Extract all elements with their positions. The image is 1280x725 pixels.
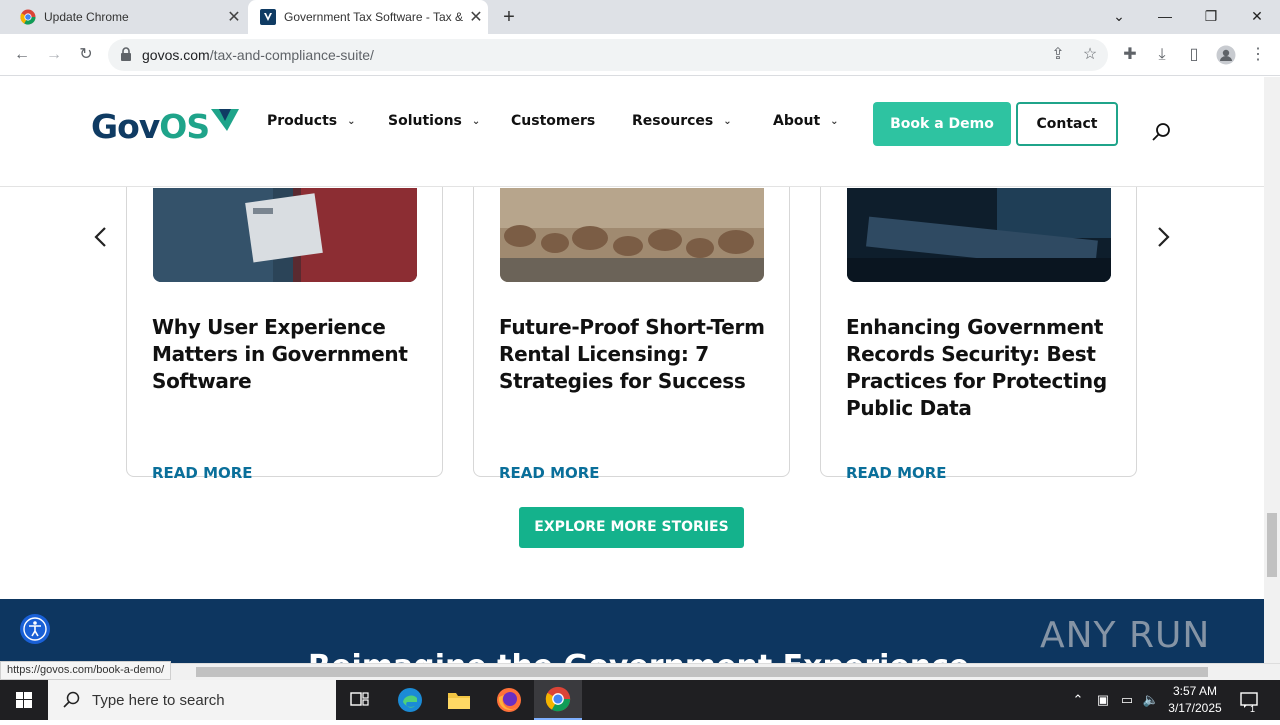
nav-label: About xyxy=(773,113,821,129)
web-page: Why User Experience Matters in Governmen… xyxy=(0,77,1264,663)
govos-logo[interactable]: GovOS xyxy=(91,107,239,146)
accessibility-icon[interactable] xyxy=(20,614,50,644)
taskbar-search-box[interactable]: Type here to search xyxy=(48,680,336,720)
download-icon[interactable]: ⤓ xyxy=(1150,43,1174,67)
nav-customers[interactable]: Customers xyxy=(511,113,595,129)
chevron-down-icon: ⌄ xyxy=(471,115,481,127)
horizontal-scrollbar[interactable] xyxy=(0,663,1280,680)
clock-time: 3:57 AM xyxy=(1172,684,1218,698)
taskbar-search-placeholder: Type here to search xyxy=(92,691,225,709)
story-title[interactable]: Enhancing Government Records Security: B… xyxy=(846,314,1116,422)
tab-search-icon[interactable]: ⌄ xyxy=(1096,0,1142,34)
address-bar[interactable]: govos.com/tax-and-compliance-suite/ ⇪ ☆ xyxy=(108,39,1108,71)
search-icon xyxy=(63,691,80,708)
nav-solutions[interactable]: Solutions ⌄ xyxy=(388,113,480,129)
story-title[interactable]: Future-Proof Short-Term Rental Licensing… xyxy=(499,314,769,395)
window-close-icon[interactable]: ✕ xyxy=(1234,0,1280,34)
chevron-down-icon: ⌄ xyxy=(830,115,839,127)
close-tab-icon[interactable]: ✕ xyxy=(464,7,488,27)
read-more-link[interactable]: READ MORE xyxy=(499,464,600,482)
govos-favicon-icon xyxy=(260,9,276,25)
story-image xyxy=(153,188,417,282)
logo-gov-text: Gov xyxy=(91,107,160,146)
windows-start-icon[interactable] xyxy=(0,680,48,720)
extensions-icon[interactable]: ✚ xyxy=(1118,43,1142,67)
url-domain: govos.com xyxy=(142,47,210,63)
restore-icon[interactable]: ❐ xyxy=(1188,0,1234,34)
taskbar-clock[interactable]: 3:57 AM 3/17/2025 xyxy=(1160,683,1230,717)
tab-title: Government Tax Software - Tax & Complian… xyxy=(284,10,464,24)
anyrun-watermark: ANY RUN xyxy=(1040,615,1211,656)
search-icon[interactable] xyxy=(1150,121,1172,143)
logo-chevron-icon xyxy=(211,109,239,131)
logo-os-text: OS xyxy=(159,107,210,146)
minimize-icon[interactable]: — xyxy=(1142,0,1188,34)
file-explorer-icon[interactable] xyxy=(435,680,483,720)
task-view-icon[interactable] xyxy=(336,680,384,720)
contact-button[interactable]: Contact xyxy=(1016,102,1118,146)
notification-center-icon[interactable]: 1 xyxy=(1238,690,1260,714)
windows-taskbar: Type here to search ⌃ ▣ ▭ 🔈 3:57 AM 3/17… xyxy=(0,680,1280,720)
chrome-taskbar-icon[interactable] xyxy=(534,680,582,720)
carousel-next-arrow-icon[interactable] xyxy=(1151,225,1175,249)
volume-icon[interactable]: 🔈 xyxy=(1141,690,1161,710)
forward-icon[interactable]: → xyxy=(42,43,66,67)
chevron-down-icon: ⌄ xyxy=(723,115,732,127)
tab-title: Update Chrome xyxy=(44,10,129,24)
url-path: /tax-and-compliance-suite/ xyxy=(209,47,374,63)
profile-avatar-icon[interactable] xyxy=(1214,43,1238,67)
story-image xyxy=(500,188,764,282)
network-icon[interactable]: ▭ xyxy=(1117,690,1137,710)
book-demo-button[interactable]: Book a Demo xyxy=(873,102,1011,146)
browser-toolbar: ← → ↻ govos.com/tax-and-compliance-suite… xyxy=(0,34,1280,76)
nav-about[interactable]: About ⌄ xyxy=(773,113,839,129)
status-bar-url: https://govos.com/book-a-demo/ xyxy=(0,661,172,680)
tab-govos[interactable]: Government Tax Software - Tax & Complian… xyxy=(248,0,488,34)
firefox-icon[interactable] xyxy=(485,680,533,720)
bookmark-star-icon[interactable]: ☆ xyxy=(1078,43,1102,67)
nav-label: Solutions xyxy=(388,113,462,129)
vertical-scrollbar[interactable] xyxy=(1264,77,1280,663)
scrollbar-thumb[interactable] xyxy=(1267,513,1277,577)
edge-icon[interactable] xyxy=(386,680,434,720)
nav-resources[interactable]: Resources ⌄ xyxy=(632,113,732,129)
nav-label: Resources xyxy=(632,113,714,129)
scrollbar-thumb[interactable] xyxy=(196,667,1208,677)
tab-update-chrome[interactable]: Update Chrome ✕ xyxy=(8,0,246,34)
side-panel-icon[interactable]: ▯ xyxy=(1182,43,1206,67)
back-icon[interactable]: ← xyxy=(10,43,34,67)
footer-cta-band: Reimagine the Government Experience ANY … xyxy=(0,599,1264,663)
url-text: govos.com/tax-and-compliance-suite/ xyxy=(142,47,374,63)
tray-device-icon[interactable]: ▣ xyxy=(1093,690,1113,710)
site-header: GovOS Products ⌄ Solutions ⌄ Customers Res… xyxy=(0,77,1264,187)
tray-chevron-up-icon[interactable]: ⌃ xyxy=(1068,690,1088,710)
read-more-link[interactable]: READ MORE xyxy=(846,464,947,482)
story-image xyxy=(847,188,1111,282)
reload-icon[interactable]: ↻ xyxy=(74,43,98,67)
lock-icon xyxy=(121,47,131,61)
nav-label: Customers xyxy=(511,113,596,129)
share-icon[interactable]: ⇪ xyxy=(1046,43,1070,67)
chrome-icon xyxy=(20,9,36,25)
close-tab-icon[interactable]: ✕ xyxy=(222,7,246,27)
nav-products[interactable]: Products ⌄ xyxy=(267,113,356,129)
clock-date: 3/17/2025 xyxy=(1168,701,1222,715)
explore-more-stories-button[interactable]: EXPLORE MORE STORIES xyxy=(519,507,744,548)
new-tab-icon[interactable]: + xyxy=(498,6,520,28)
notification-count-badge: 1 xyxy=(1250,704,1256,714)
footer-title: Reimagine the Government Experience xyxy=(308,649,969,663)
nav-label: Products xyxy=(267,113,338,129)
menu-kebab-icon[interactable]: ⋮ xyxy=(1246,43,1270,67)
carousel-prev-arrow-icon[interactable] xyxy=(89,225,113,249)
tab-strip: Update Chrome ✕ Government Tax Software … xyxy=(0,0,1280,34)
story-title[interactable]: Why User Experience Matters in Governmen… xyxy=(152,314,422,395)
chevron-down-icon: ⌄ xyxy=(347,115,356,127)
read-more-link[interactable]: READ MORE xyxy=(152,464,253,482)
